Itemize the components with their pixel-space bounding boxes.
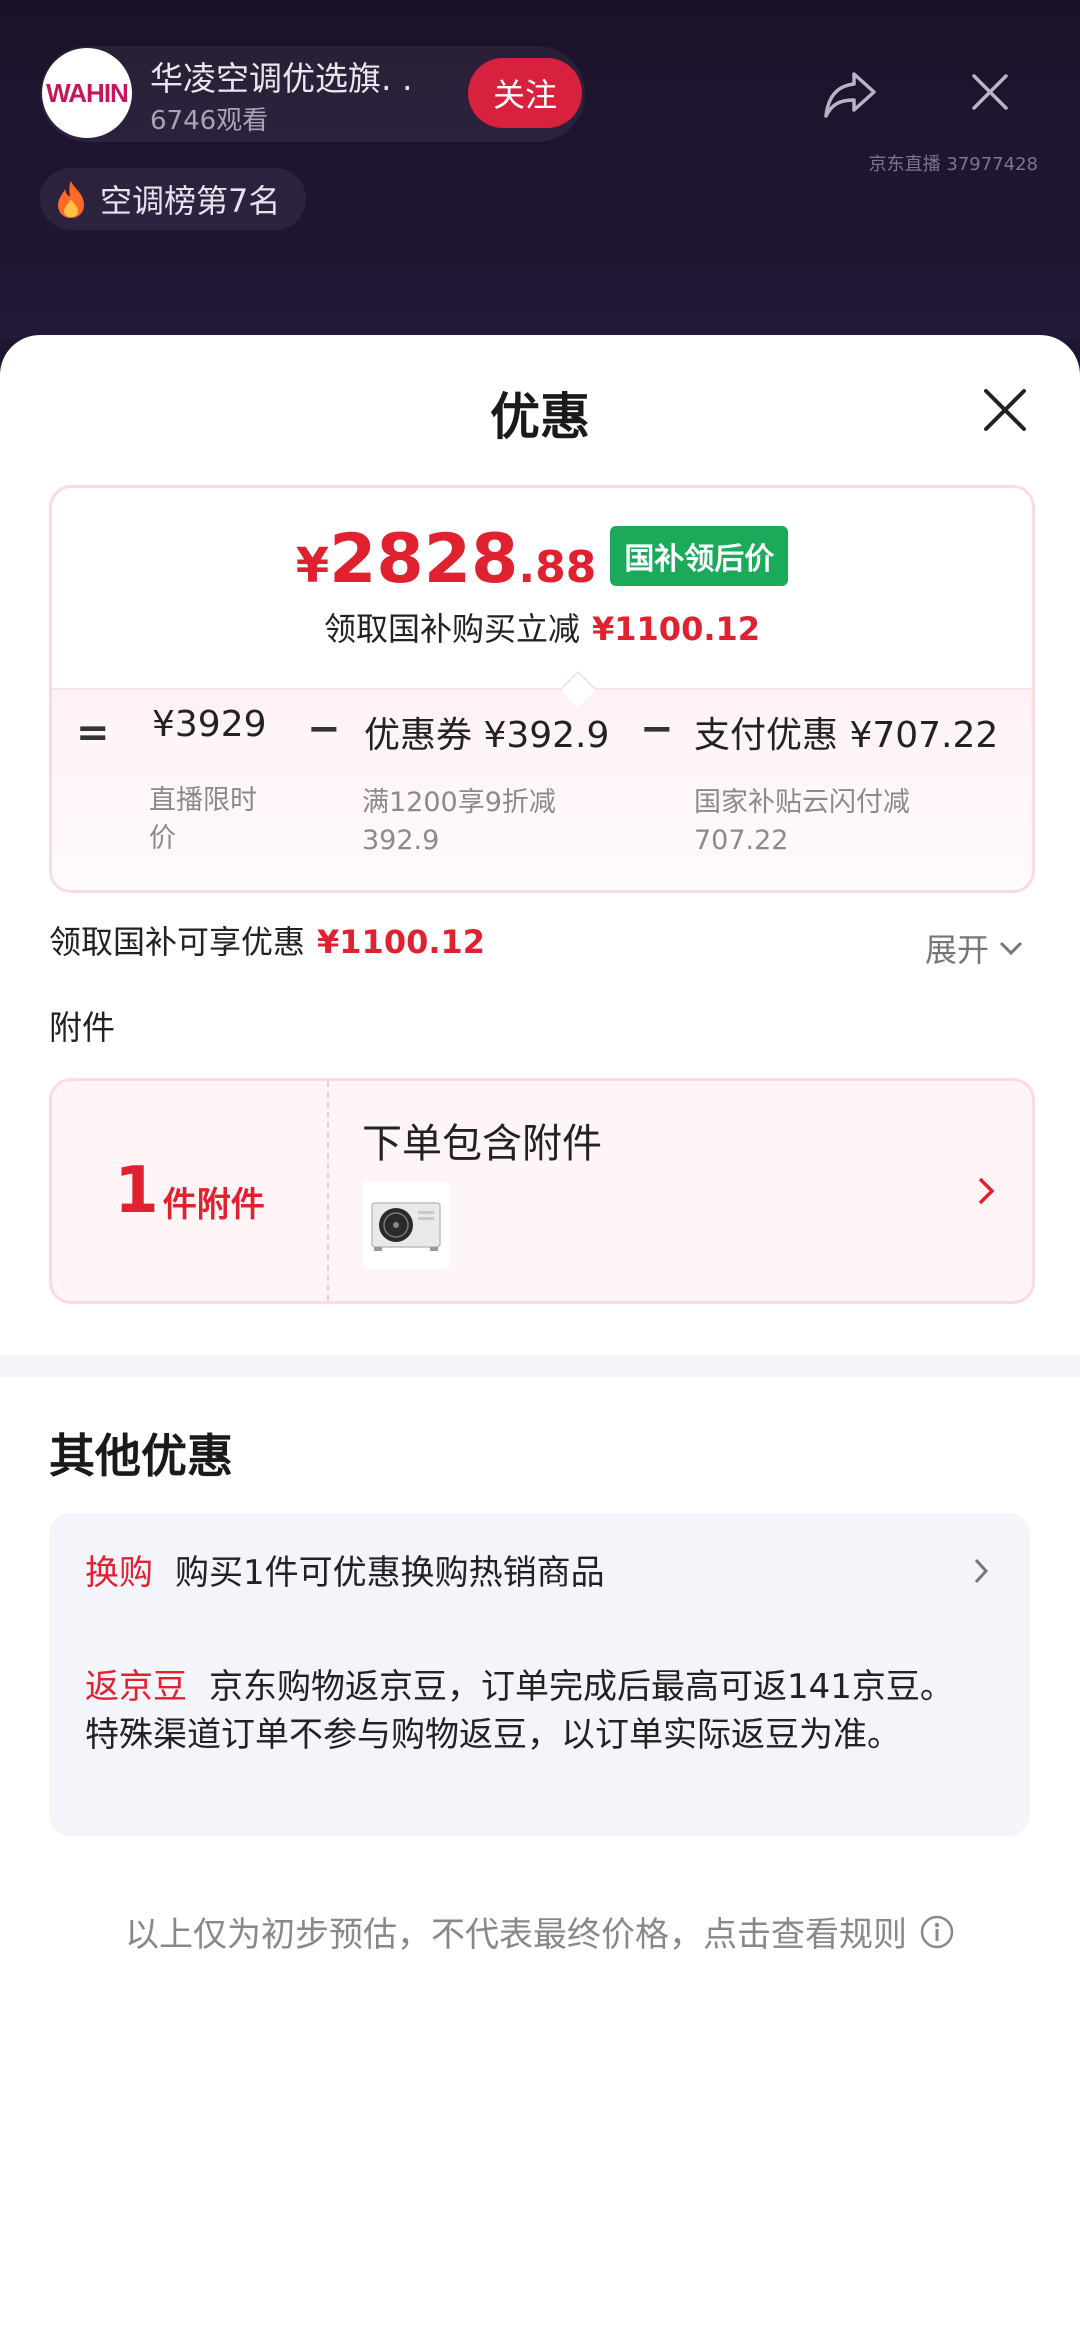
share-icon[interactable] xyxy=(822,70,878,120)
jingdou-row: 返京豆 京东购物返京豆，订单完成后最高可返141京豆。特殊渠道订单不参与购物返豆，… xyxy=(85,1663,985,1759)
fire-icon xyxy=(58,181,84,218)
claim-amount: ¥1100.12 xyxy=(317,923,486,961)
expand-label: 展开 xyxy=(925,931,990,969)
ac-outdoor-unit-thumbnail xyxy=(362,1181,450,1269)
live-room-id: 京东直播 37977428 xyxy=(868,154,1038,175)
payment-desc-line: 国家补贴云闪付减 xyxy=(694,787,910,818)
other-discounts-card: 换购 购买1件可优惠换购热销商品 返京豆 京东购物返京豆，订单完成后最高可返141京… xyxy=(49,1513,1030,1836)
rank-chip[interactable]: 空调榜第7名 xyxy=(40,168,307,230)
jingdou-tag: 返京豆 xyxy=(85,1667,187,1707)
accessory-count-unit: 件附件 xyxy=(162,1184,265,1225)
avatar[interactable]: WAHIN xyxy=(42,48,132,138)
claim-row: 领取国补可享优惠 ¥1100.12 xyxy=(49,917,485,963)
chevron-right-icon xyxy=(978,1177,995,1205)
price-integer: 2828 xyxy=(329,520,519,599)
dashed-divider xyxy=(327,1081,329,1301)
close-icon[interactable] xyxy=(980,385,1030,435)
live-price-desc: 直播限时 价 xyxy=(149,782,257,858)
coupon-desc-line: 满1200享9折减 xyxy=(362,787,556,818)
live-header: WAHIN 华凌空调优选旗. . 6746观看 关注 京东直播 37977428… xyxy=(0,0,1080,340)
other-discounts-title: 其他优惠 xyxy=(49,1429,233,1483)
exchange-text: 购买1件可优惠换购热销商品 xyxy=(175,1553,605,1593)
accessory-section-title: 附件 xyxy=(49,1008,115,1047)
reduce-text: 领取国补购买立减 xyxy=(323,610,580,648)
disclaimer-text: 以上仅为初步预估，不代表最终价格，点击查看规则 xyxy=(125,1915,907,1955)
price-disclaimer[interactable]: 以上仅为初步预估，不代表最终价格，点击查看规则 xyxy=(0,1907,1080,1956)
minus-sign: − xyxy=(640,706,674,752)
rank-label: 空调榜第7名 xyxy=(100,182,281,220)
live-price-desc-line: 直播限时 xyxy=(149,785,257,816)
price-currency: ¥ xyxy=(295,538,330,594)
coupon-discount: 优惠券 ¥392.9 xyxy=(364,715,610,756)
final-price: ¥ 2828 .88 国补领后价 xyxy=(52,520,1032,599)
accessory-count-number: 1 xyxy=(114,1154,159,1228)
shop-name[interactable]: 华凌空调优选旗. . xyxy=(150,52,412,100)
price-decimal: .88 xyxy=(518,542,597,593)
live-price-desc-line: 价 xyxy=(149,823,176,854)
info-icon xyxy=(920,1915,954,1948)
jingdou-text: 京东购物返京豆，订单完成后最高可返141京豆。特殊渠道订单不参与购物返豆，以订单… xyxy=(85,1667,954,1755)
reduce-line: 领取国补购买立减 ¥1100.12 xyxy=(52,604,1032,650)
exchange-tag: 换购 xyxy=(85,1553,153,1593)
section-divider xyxy=(0,1355,1080,1377)
claim-text: 领取国补可享优惠 xyxy=(49,923,306,961)
accessory-card[interactable]: 1 件附件 下单包含附件 xyxy=(49,1078,1035,1304)
follow-button[interactable]: 关注 xyxy=(468,58,582,128)
avatar-logo-text: WAHIN xyxy=(46,77,129,108)
sheet-title: 优惠 xyxy=(490,388,590,446)
exchange-row[interactable]: 换购 购买1件可优惠换购热销商品 xyxy=(85,1545,605,1594)
payment-discount: 支付优惠 ¥707.22 xyxy=(694,715,999,756)
payment-desc: 国家补贴云闪付减 707.22 xyxy=(694,784,910,860)
coupon-desc: 满1200享9折减 392.9 xyxy=(362,784,556,860)
accessory-text: 下单包含附件 xyxy=(362,1121,602,1167)
accessory-count: 1 件附件 xyxy=(52,1081,327,1301)
chevron-down-icon xyxy=(999,941,1023,955)
reduce-amount: ¥1100.12 xyxy=(592,610,761,648)
live-price: ¥3929 xyxy=(152,704,267,745)
close-icon[interactable] xyxy=(968,70,1012,114)
subsidy-tag: 国补领后价 xyxy=(610,525,789,586)
discount-sheet: 优惠 ¥ 2828 .88 国补领后价 领取国补购买立减 ¥1100.12 = ¥… xyxy=(0,335,1080,2335)
viewer-count: 6746观看 xyxy=(150,106,269,136)
coupon-desc-line: 392.9 xyxy=(362,825,440,856)
payment-desc-line: 707.22 xyxy=(694,825,789,856)
chevron-right-icon[interactable] xyxy=(973,1557,989,1585)
expand-button[interactable]: 展开 xyxy=(925,925,1023,971)
equals-sign: = xyxy=(76,710,110,756)
minus-sign: − xyxy=(307,706,341,752)
price-breakdown-card: ¥ 2828 .88 国补领后价 领取国补购买立减 ¥1100.12 = ¥392… xyxy=(49,485,1035,893)
breakdown-row: = ¥3929 直播限时 价 − 优惠券 ¥392.9 满1200享9折减 39… xyxy=(52,688,1032,890)
